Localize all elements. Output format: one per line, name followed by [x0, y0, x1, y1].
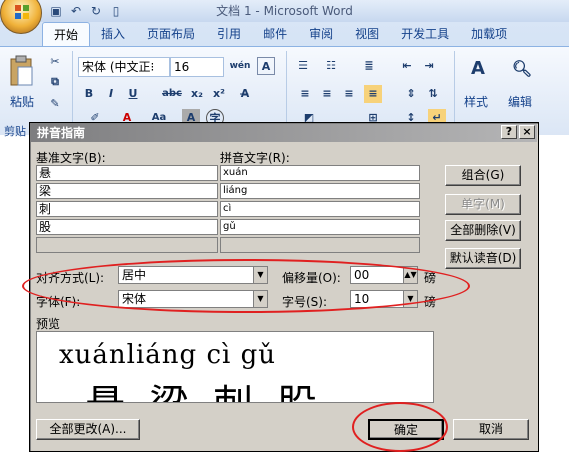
tab-developer[interactable]: 开发工具 — [390, 22, 460, 46]
align-left-icon[interactable]: ≡ — [296, 85, 314, 103]
ribbon-tabs: 开始 插入 页面布局 引用 邮件 审阅 视图 开发工具 加载项 — [42, 22, 518, 46]
change-all-button[interactable]: 全部更改(A)... — [36, 419, 140, 440]
combine-button[interactable]: 组合(G) — [445, 165, 521, 186]
paste-icon[interactable] — [8, 55, 34, 87]
ruby-cell[interactable]: liáng — [220, 183, 420, 199]
tab-review[interactable]: 审阅 — [298, 22, 344, 46]
char-border-icon[interactable]: A — [257, 57, 275, 75]
close-icon[interactable]: × — [519, 125, 535, 139]
format-painter-icon[interactable]: ✎ — [46, 95, 64, 113]
ruby-cell[interactable]: cì — [220, 201, 420, 217]
preview-ruby-text: xuánliáng cì gǔ — [59, 340, 276, 370]
numbering-icon[interactable]: ☷ — [322, 57, 340, 75]
tab-mailings[interactable]: 邮件 — [252, 22, 298, 46]
multilevel-list-icon[interactable]: ≣ — [360, 57, 378, 75]
base-cell[interactable]: 梁 — [36, 183, 218, 199]
align-center-icon[interactable]: ≡ — [318, 85, 336, 103]
strikethrough-icon[interactable]: abc — [160, 85, 184, 103]
increase-indent-icon[interactable]: ⇥ — [420, 57, 438, 75]
bold-icon[interactable]: B — [80, 85, 98, 103]
paste-label[interactable]: 粘贴 — [10, 93, 34, 110]
italic-icon[interactable]: I — [102, 85, 120, 103]
preview-base-text: 悬梁刺股 — [85, 372, 341, 402]
tab-home[interactable]: 开始 — [42, 22, 91, 46]
tab-view[interactable]: 视图 — [344, 22, 390, 46]
tab-insert[interactable]: 插入 — [90, 22, 136, 46]
ruby-cell[interactable] — [220, 237, 420, 253]
group-separator — [286, 51, 287, 131]
annotation-ellipse — [352, 402, 448, 452]
delete-all-button[interactable]: 全部删除(V) — [445, 220, 521, 241]
copy-icon[interactable]: ⧉ — [46, 73, 64, 91]
styles-icon[interactable]: A — [466, 57, 490, 81]
subscript-icon[interactable]: x₂ — [188, 85, 206, 103]
base-cell[interactable] — [36, 237, 218, 253]
phonetic-guide-button[interactable]: wén — [229, 57, 251, 75]
tab-addins[interactable]: 加载项 — [460, 22, 518, 46]
font-size-box[interactable]: 16 — [170, 57, 224, 77]
single-char-button[interactable]: 单字(M) — [445, 194, 521, 215]
title-bar: ▣ ↶ ↻ ▯ 文档 1 - Microsoft Word — [0, 0, 569, 34]
default-reading-button[interactable]: 默认读音(D) — [445, 248, 521, 269]
word-window: ▣ ↶ ↻ ▯ 文档 1 - Microsoft Word 开始 插入 页面布局… — [0, 0, 569, 138]
base-cell[interactable]: 刺 — [36, 201, 218, 217]
edit-label[interactable]: 编辑 — [508, 93, 532, 110]
underline-icon[interactable]: U — [124, 85, 142, 103]
tab-references[interactable]: 引用 — [206, 22, 252, 46]
font-name-box[interactable]: 宋体 (中文正⁝ — [78, 57, 170, 77]
base-cell[interactable]: 股 — [36, 219, 218, 235]
dialog-title: 拼音指南 — [31, 124, 537, 142]
align-right-icon[interactable]: ≡ — [340, 85, 358, 103]
find-icon[interactable]: 🔍︎ — [510, 57, 534, 81]
styles-label[interactable]: 样式 — [464, 93, 488, 110]
preview-label: 预览 — [36, 317, 61, 331]
cut-icon[interactable]: ✂ — [46, 53, 64, 71]
asian-layout-icon[interactable]: ⇅ — [424, 85, 442, 103]
ruby-cell[interactable]: xuán — [220, 165, 420, 181]
decrease-indent-icon[interactable]: ⇤ — [398, 57, 416, 75]
ruby-cell[interactable]: gǔ — [220, 219, 420, 235]
window-title: 文档 1 - Microsoft Word — [216, 4, 353, 18]
help-button[interactable]: ? — [501, 125, 517, 139]
preview-box: xuánliáng cì gǔ 悬梁刺股 — [36, 331, 434, 403]
annotation-ellipse — [22, 259, 470, 313]
ruby-text-header: 拼音文字(R): — [220, 151, 290, 165]
clipboard-group-label: 剪贴 — [4, 125, 26, 138]
tab-page-layout[interactable]: 页面布局 — [136, 22, 206, 46]
bullets-icon[interactable]: ☰ — [294, 57, 312, 75]
justify-icon[interactable]: ≡ — [364, 85, 382, 103]
base-text-header: 基准文字(B): — [36, 151, 106, 165]
cancel-button[interactable]: 取消 — [453, 419, 529, 440]
group-separator — [72, 51, 73, 131]
superscript-icon[interactable]: x² — [210, 85, 228, 103]
clear-format-icon[interactable]: A̶ — [236, 85, 254, 103]
base-cell[interactable]: 悬 — [36, 165, 218, 181]
line-spacing-icon[interactable]: ⇕ — [402, 85, 420, 103]
group-separator — [454, 51, 455, 131]
